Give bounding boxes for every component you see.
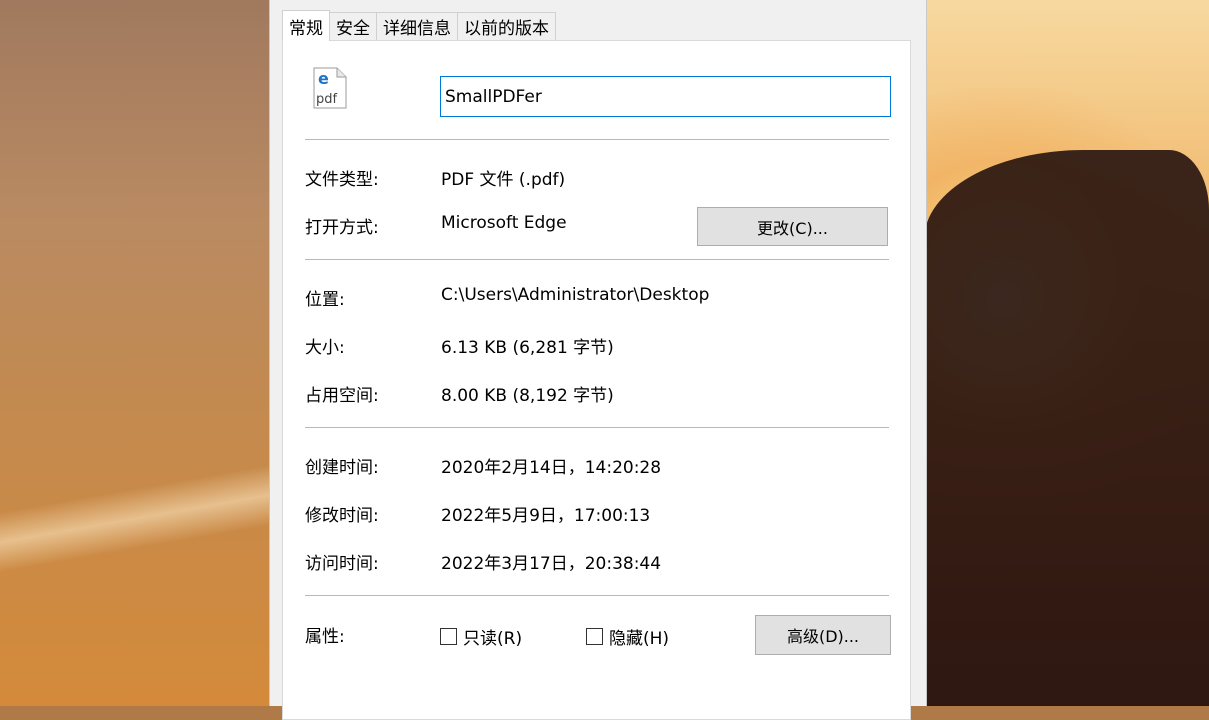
hidden-checkbox-box[interactable]: [586, 628, 603, 645]
modified-value: 2022年5月9日，17:00:13: [441, 506, 651, 526]
svg-text:e: e: [318, 69, 329, 88]
wallpaper-silhouette: [924, 150, 1209, 706]
disk-size-label: 占用空间:: [305, 386, 379, 406]
readonly-checkbox-label: 只读(R): [463, 629, 523, 649]
tab-strip: 常规 安全 详细信息 以前的版本: [282, 10, 556, 41]
desktop-wallpaper-left: [0, 0, 270, 706]
general-panel: e pdf 文件类型: PDF 文件 (.pdf) 打开方式: Microsof…: [282, 40, 911, 720]
advanced-button[interactable]: 高级(D)...: [755, 615, 891, 655]
modified-label: 修改时间:: [305, 506, 379, 526]
file-type-value: PDF 文件 (.pdf): [441, 170, 566, 190]
accessed-label: 访问时间:: [305, 554, 379, 574]
file-name-input[interactable]: [440, 76, 891, 117]
tab-general[interactable]: 常规: [282, 10, 330, 41]
separator: [305, 139, 889, 140]
tab-details[interactable]: 详细信息: [376, 12, 458, 40]
readonly-checkbox[interactable]: 只读(R): [440, 624, 522, 649]
file-properties-dialog: 常规 安全 详细信息 以前的版本 e pdf 文件类型: PDF 文件 (.pd…: [269, 0, 927, 720]
opens-with-value: Microsoft Edge: [441, 213, 567, 233]
readonly-checkbox-box[interactable]: [440, 628, 457, 645]
opens-with-label: 打开方式:: [305, 218, 379, 238]
location-label: 位置:: [305, 290, 345, 310]
disk-size-value: 8.00 KB (8,192 字节): [441, 386, 614, 406]
separator: [305, 259, 889, 260]
location-value: C:\Users\Administrator\Desktop: [441, 285, 710, 305]
tab-security[interactable]: 安全: [329, 12, 377, 40]
accessed-value: 2022年3月17日，20:38:44: [441, 554, 662, 574]
file-type-label: 文件类型:: [305, 170, 379, 190]
separator: [305, 595, 889, 596]
size-value: 6.13 KB (6,281 字节): [441, 338, 614, 358]
attributes-label: 属性:: [305, 627, 345, 647]
size-label: 大小:: [305, 338, 345, 358]
created-value: 2020年2月14日，14:20:28: [441, 458, 662, 478]
pdf-file-icon: e pdf: [313, 67, 347, 109]
tab-previous-versions[interactable]: 以前的版本: [457, 12, 556, 40]
hidden-checkbox-label: 隐藏(H): [609, 629, 670, 649]
created-label: 创建时间:: [305, 458, 379, 478]
pdf-icon-label: pdf: [316, 92, 338, 107]
hidden-checkbox[interactable]: 隐藏(H): [586, 624, 669, 649]
change-button[interactable]: 更改(C)...: [697, 207, 888, 246]
separator: [305, 427, 889, 428]
